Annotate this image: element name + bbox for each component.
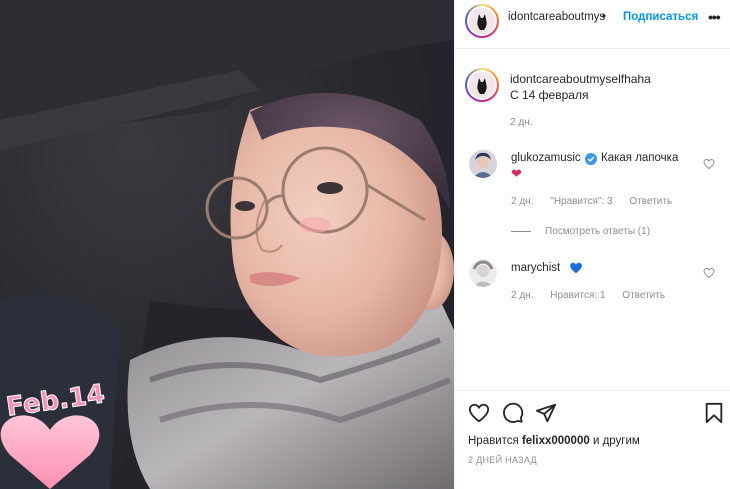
comment-username[interactable]: glukozamusic (511, 152, 581, 164)
verified-badge-icon (585, 153, 597, 165)
cat-avatar-icon (477, 14, 487, 30)
comment-time[interactable]: 2 дн. (511, 196, 533, 207)
comment-icon[interactable] (502, 402, 524, 424)
user-photo-icon (469, 150, 497, 178)
bookmark-icon[interactable] (703, 402, 725, 424)
comment-meta: 2 дн. Нравится: 1 Ответить (511, 290, 679, 301)
author-username[interactable]: idontcareaboutmys (508, 11, 605, 23)
likes-prefix: Нравится (468, 435, 522, 447)
comment-text: Какая лапочка (601, 152, 679, 164)
user-photo-icon (469, 259, 497, 287)
like-comment-heart-icon[interactable] (703, 158, 715, 170)
blue-heart-emoji (570, 262, 582, 274)
follow-button[interactable]: Подписаться (623, 11, 698, 23)
caption-username[interactable]: idontcareaboutmyselfhaha (510, 72, 651, 86)
post-header: idontcareaboutmys • Подписаться ••• (455, 0, 730, 49)
like-comment-heart-icon[interactable] (703, 267, 715, 279)
likes-suffix[interactable]: и другим (590, 435, 640, 447)
photo-illustration (0, 0, 454, 489)
liker-username[interactable]: felixx000000 (522, 435, 590, 447)
caption-text: С 14 февраля (510, 88, 589, 102)
comment-time[interactable]: 2 дн. (511, 290, 533, 301)
separator-dot: • (602, 11, 607, 23)
red-heart-emoji: ❤ (511, 166, 522, 181)
more-options-icon[interactable]: ••• (708, 9, 721, 25)
comment-meta: 2 дн. "Нравится": 3 Ответить (511, 196, 686, 207)
likes-summary: Нравится felixx000000 и другим (468, 435, 640, 447)
comment-username[interactable]: marychist (511, 262, 560, 274)
comment-avatar[interactable] (469, 259, 497, 287)
post-photo[interactable]: Feb.14 (0, 0, 454, 489)
comment-likes[interactable]: "Нравится": 3 (550, 196, 612, 207)
post-date[interactable]: 2 ДНЕЙ НАЗАД (468, 455, 537, 465)
caption-timestamp[interactable]: 2 дн. (510, 117, 532, 128)
share-icon[interactable] (535, 402, 557, 424)
caption-avatar[interactable] (465, 68, 499, 102)
post-side-panel: idontcareaboutmys • Подписаться ••• idon… (454, 0, 730, 489)
reply-button[interactable]: Ответить (629, 196, 672, 207)
cat-avatar-icon (477, 78, 487, 94)
reply-button[interactable]: Ответить (622, 290, 665, 301)
heart-icon[interactable] (468, 402, 490, 424)
author-avatar[interactable] (465, 4, 499, 38)
comment-avatar[interactable] (469, 150, 497, 178)
post-actions: Нравится felixx000000 и другим 2 ДНЕЙ НА… (455, 390, 730, 489)
replies-line (511, 231, 531, 232)
view-replies-button[interactable]: Посмотреть ответы (1) (545, 226, 650, 237)
instagram-post: Feb.14 idontcareaboutmys • Подписаться •… (0, 0, 730, 489)
comment-likes[interactable]: Нравится: 1 (550, 290, 605, 301)
